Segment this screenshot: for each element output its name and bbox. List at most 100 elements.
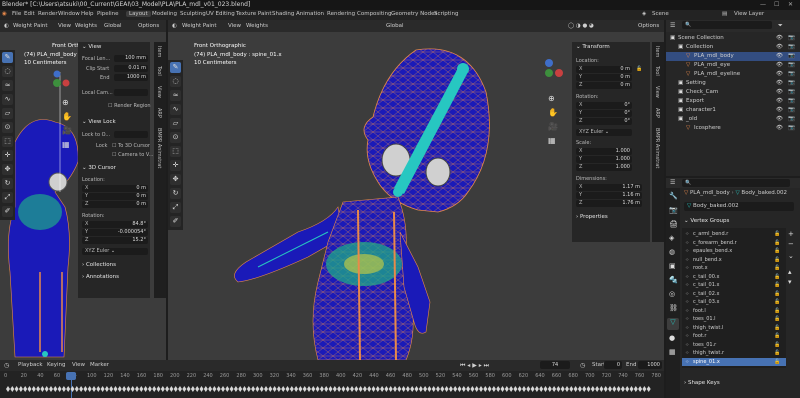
- keyframe-marker[interactable]: [165, 386, 170, 392]
- keyframe-marker[interactable]: [79, 386, 84, 392]
- scene-selector[interactable]: Scene: [652, 11, 669, 17]
- timeline-ruler[interactable]: 0204060741001201401601802002202402602803…: [0, 372, 664, 398]
- focal-length-field[interactable]: 100 mm: [114, 55, 148, 62]
- outliner-type-icon[interactable]: ☰: [670, 22, 675, 29]
- keyframe-marker[interactable]: [341, 386, 346, 392]
- keyframe-marker[interactable]: [332, 386, 337, 392]
- keyframe-marker[interactable]: [629, 386, 634, 392]
- keyframe-marker[interactable]: [350, 386, 354, 392]
- clip-end-field[interactable]: 1000 m: [114, 74, 148, 81]
- marker-menu[interactable]: Marker: [90, 362, 109, 368]
- keyframe-marker[interactable]: [66, 386, 71, 392]
- select-box-icon[interactable]: ⬚: [2, 136, 13, 147]
- cursor-loc-y-field[interactable]: Y0 m: [82, 193, 148, 200]
- keyframe-marker[interactable]: [565, 386, 569, 392]
- keyframe-marker[interactable]: [362, 386, 367, 392]
- outliner-row[interactable]: ▣ _old 👁 📷: [666, 115, 800, 124]
- scale-y-field[interactable]: Y 1.000: [576, 156, 632, 163]
- main-sample-tool-icon[interactable]: ⊙: [170, 132, 181, 143]
- keyframe-marker[interactable]: [23, 386, 28, 392]
- keyframe-marker[interactable]: [221, 386, 225, 392]
- physics-props-icon[interactable]: ◎: [669, 290, 675, 298]
- smear-tool-icon[interactable]: ∿: [2, 94, 13, 105]
- render-toggle-icon[interactable]: 📷: [788, 89, 795, 95]
- keyframe-marker[interactable]: [126, 386, 131, 392]
- vertex-group-row[interactable]: ⁘ toes_01.r 🔓: [682, 341, 786, 349]
- 3d-cursor-section-header[interactable]: ⌄ 3D Cursor: [82, 165, 116, 171]
- annotations-section-header[interactable]: › Annotations: [82, 274, 119, 280]
- keyframe-marker[interactable]: [397, 386, 402, 392]
- keyframe-marker[interactable]: [160, 386, 165, 392]
- vertex-group-lock-icon[interactable]: 🔓: [774, 265, 780, 271]
- keyframe-marker[interactable]: [358, 386, 363, 392]
- loc-x-field[interactable]: X0 m: [576, 66, 632, 73]
- vertex-group-lock-icon[interactable]: 🔓: [774, 342, 780, 348]
- world-props-icon[interactable]: ◍: [669, 248, 675, 256]
- visibility-toggle-icon[interactable]: 👁: [776, 98, 783, 104]
- sample-tool-icon[interactable]: ⊙: [2, 122, 13, 133]
- outliner-row[interactable]: ▣ Check_Cam 👁 📷: [666, 88, 800, 97]
- shape-keys-section-header[interactable]: › Shape Keys: [684, 380, 720, 386]
- outliner-filter-icon[interactable]: ⏷: [778, 22, 783, 30]
- keyframe-marker[interactable]: [268, 386, 273, 392]
- keyframe-marker[interactable]: [92, 386, 96, 392]
- keyframe-marker[interactable]: [285, 386, 290, 392]
- keyframe-marker[interactable]: [70, 386, 75, 392]
- outliner-search-input[interactable]: 🔍: [682, 21, 772, 29]
- main-orientation-selector[interactable]: Global: [386, 23, 404, 29]
- keyframe-marker[interactable]: [504, 386, 509, 392]
- keyframe-marker[interactable]: [212, 386, 217, 392]
- outliner-row[interactable]: ▽ PLA_mdl_body 👁 📷: [666, 52, 800, 61]
- timeline-type-icon[interactable]: ◷: [4, 362, 9, 369]
- main-navigation-gizmo[interactable]: [534, 58, 564, 88]
- outliner-row[interactable]: ▽ PLA_mdl_eye 👁 📷: [666, 61, 800, 70]
- render-toggle-icon[interactable]: 📷: [788, 116, 795, 122]
- menu-pipeline[interactable]: Pipeline: [97, 11, 119, 17]
- data-props-icon[interactable]: ▽: [667, 318, 679, 330]
- vertex-group-lock-icon[interactable]: 🔓: [774, 282, 780, 288]
- keyframe-marker[interactable]: [122, 386, 127, 392]
- vertex-group-row[interactable]: ⁘ thigh_twist.r 🔓: [682, 349, 786, 357]
- cursor-tool-icon[interactable]: ✛: [2, 150, 13, 161]
- keyframe-marker[interactable]: [375, 386, 380, 392]
- clip-start-field[interactable]: 0.01 m: [114, 65, 148, 72]
- keyframe-marker[interactable]: [418, 386, 423, 392]
- menu-window[interactable]: Window: [58, 11, 80, 17]
- keyframe-marker[interactable]: [199, 386, 204, 392]
- keyframe-marker[interactable]: [586, 386, 591, 392]
- left-tab-item[interactable]: Item: [156, 46, 162, 57]
- modifier-props-icon[interactable]: 🔩: [669, 276, 678, 284]
- mesh-data-selector[interactable]: ▽ Body_baked.002: [684, 202, 794, 211]
- tab-scripting[interactable]: Scripting: [434, 11, 458, 17]
- render-toggle-icon[interactable]: 📷: [788, 80, 795, 86]
- keyframe-marker[interactable]: [642, 386, 647, 392]
- keyframe-marker[interactable]: [487, 386, 492, 392]
- maximize-icon[interactable]: ☐: [774, 1, 779, 8]
- view-lock-section-header[interactable]: ⌄ View Lock: [82, 119, 116, 125]
- cursor-rot-y-field[interactable]: Y -0.000054°: [82, 229, 148, 236]
- outliner-row[interactable]: ▣ Scene Collection 👁 📷: [666, 34, 800, 43]
- main-mode-selector[interactable]: Weight Paint: [182, 23, 217, 29]
- object-props-icon[interactable]: ▣: [669, 262, 676, 270]
- visibility-toggle-icon[interactable]: 👁: [776, 107, 783, 113]
- outliner-row[interactable]: ▣ character1 👁 📷: [666, 106, 800, 115]
- rot-x-field[interactable]: X 0°: [576, 102, 632, 109]
- close-icon[interactable]: ✕: [788, 1, 793, 8]
- main-annotate-tool-icon[interactable]: ✐: [170, 216, 181, 227]
- keyframe-marker[interactable]: [233, 386, 238, 392]
- vertex-group-row[interactable]: ⁘ c_forearm_bend.r 🔓: [682, 239, 786, 247]
- keyframe-marker[interactable]: [479, 386, 483, 392]
- end-frame-field[interactable]: 1000: [638, 361, 662, 369]
- tab-geometry-nodes[interactable]: Geometry Nodes: [391, 11, 437, 17]
- viewport-shading-icons[interactable]: ◯ ◑ ● ◕: [568, 23, 594, 29]
- timeline-view-menu[interactable]: View: [72, 362, 85, 368]
- keyframe-marker[interactable]: [513, 386, 518, 392]
- render-toggle-icon[interactable]: 📷: [788, 53, 795, 59]
- keyframe-marker[interactable]: [509, 386, 514, 392]
- keyframe-marker[interactable]: [225, 386, 230, 392]
- keyframe-marker[interactable]: [448, 386, 453, 392]
- keyframe-marker[interactable]: [560, 386, 565, 392]
- cursor-loc-x-field[interactable]: X0 m: [82, 185, 148, 192]
- vertex-group-row[interactable]: ⁘ spine_01.x 🔓: [682, 357, 786, 366]
- keyframe-marker[interactable]: [401, 386, 406, 392]
